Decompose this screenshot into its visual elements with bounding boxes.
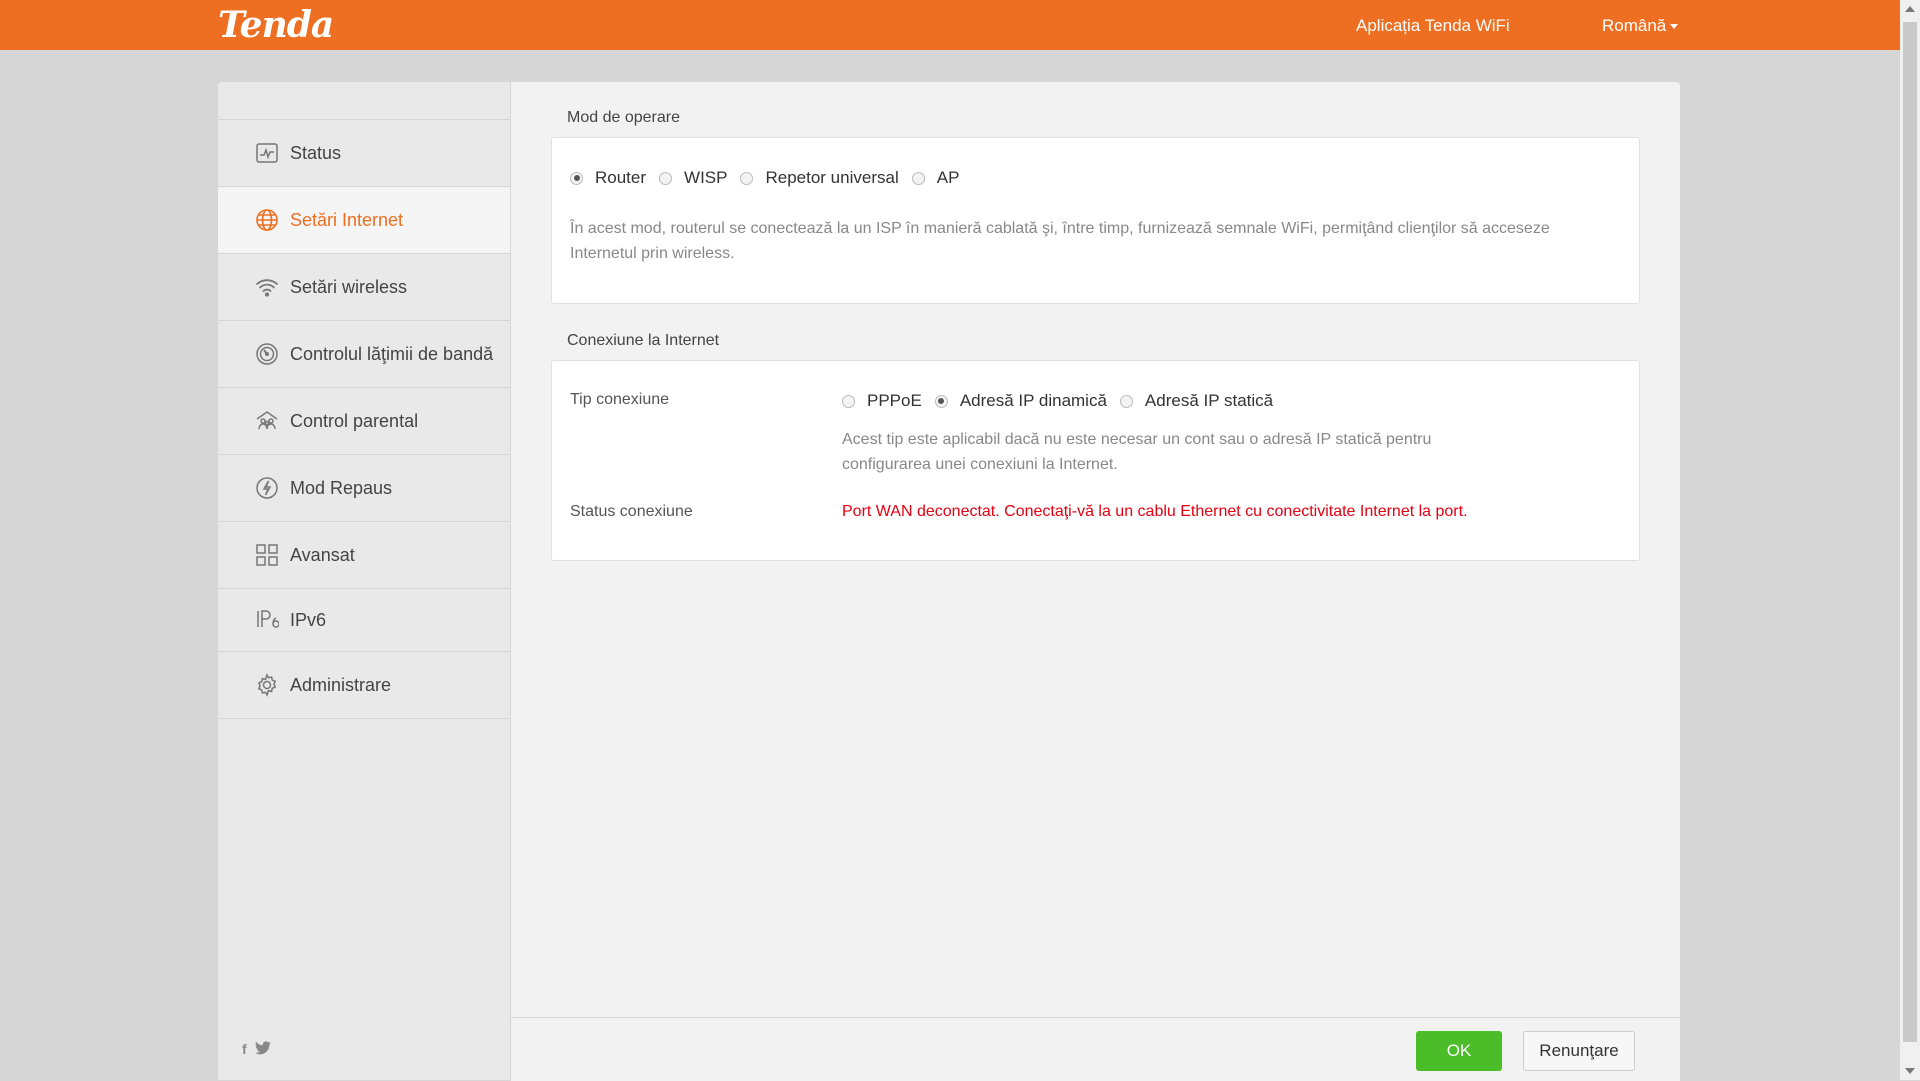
sidebar-item-label: Control parental bbox=[290, 410, 419, 431]
globe-icon bbox=[254, 207, 280, 233]
sidebar-item-label: Mod Repaus bbox=[290, 477, 393, 498]
family-icon bbox=[254, 408, 280, 434]
connection-status-value: Port WAN deconectat. Conectaţi-vă la un … bbox=[842, 503, 1468, 520]
top-bar: Tenda Aplicația Tenda WiFi Română bbox=[0, 0, 1900, 50]
connection-type-options: PPPoE Adresă IP dinamică Adresă IP stati… bbox=[842, 391, 1286, 411]
sidebar-item-advanced[interactable]: Avansat bbox=[218, 522, 510, 589]
sidebar-item-parental-control[interactable]: Control parental bbox=[218, 388, 510, 455]
option-label: PPPoE bbox=[867, 391, 922, 410]
radio-pppoe[interactable] bbox=[842, 394, 855, 408]
option-label: Adresă IP dinamică bbox=[959, 391, 1107, 410]
scroll-up-arrow-icon[interactable] bbox=[1905, 6, 1915, 12]
scroll-down-arrow-icon[interactable] bbox=[1905, 1068, 1915, 1074]
option-label: WISP bbox=[684, 168, 728, 187]
radio-dynamic-ip[interactable] bbox=[934, 394, 948, 408]
radio-static-ip[interactable] bbox=[1119, 394, 1133, 408]
connection-static-ip-option[interactable]: Adresă IP statică bbox=[1119, 391, 1274, 411]
radio-ap[interactable] bbox=[911, 171, 925, 185]
sidebar-item-wireless-settings[interactable]: Setări wireless bbox=[218, 254, 510, 321]
language-label: Română bbox=[1602, 16, 1667, 35]
tenda-wifi-app-link[interactable]: Aplicația Tenda WiFi bbox=[1356, 16, 1510, 36]
sidebar-item-label: Setări wireless bbox=[290, 276, 408, 297]
connection-status-label: Status conexiune bbox=[570, 503, 693, 520]
language-selector[interactable]: Română bbox=[1602, 16, 1679, 36]
sidebar-top-spacer bbox=[218, 82, 510, 120]
mode-universal-repeater-option[interactable]: Repetor universal bbox=[740, 168, 899, 188]
operation-mode-options: Router WISP Repetor universal AP bbox=[570, 168, 972, 188]
sidebar-item-label: Administrare bbox=[290, 674, 392, 695]
operation-mode-title: Mod de operare bbox=[567, 109, 680, 126]
mode-ap-option[interactable]: AP bbox=[911, 168, 960, 188]
sidebar-item-status[interactable]: Status bbox=[218, 120, 510, 187]
mode-wisp-option[interactable]: WISP bbox=[659, 168, 727, 188]
wifi-icon bbox=[254, 274, 280, 300]
gear-icon bbox=[254, 672, 280, 698]
sidebar-item-label: Controlul lăţimii de bandă bbox=[290, 343, 494, 364]
option-label: Repetor universal bbox=[765, 168, 899, 187]
internet-connection-card: Tip conexiune PPPoE Adresă IP dinamică A… bbox=[551, 360, 1640, 561]
sidebar-item-label: IPv6 bbox=[290, 609, 327, 630]
social-links: f bbox=[242, 1041, 271, 1058]
sidebar-item-administration[interactable]: Administrare bbox=[218, 652, 510, 719]
power-save-icon bbox=[254, 475, 280, 501]
sidebar-item-label: Setări Internet bbox=[290, 209, 404, 230]
ipv6-icon bbox=[254, 607, 280, 633]
sidebar-item-sleep-mode[interactable]: Mod Repaus bbox=[218, 455, 510, 522]
main-content: Mod de operare Router WISP Repetor unive… bbox=[511, 82, 1680, 1081]
operation-mode-card: Router WISP Repetor universal AP În aces… bbox=[551, 137, 1640, 304]
connection-type-label: Tip conexiune bbox=[570, 391, 670, 408]
operation-mode-description: În acest mod, routerul se conectează la … bbox=[570, 220, 1550, 262]
tenda-logo[interactable]: Tenda bbox=[218, 4, 334, 46]
scroll-thumb[interactable] bbox=[1903, 22, 1917, 1042]
page-scrollbar[interactable] bbox=[1900, 0, 1920, 1080]
caret-down-icon bbox=[1670, 24, 1679, 30]
option-label: Router bbox=[595, 168, 647, 187]
cancel-button[interactable]: Renunţare bbox=[1523, 1031, 1635, 1071]
connection-dynamic-ip-option[interactable]: Adresă IP dinamică bbox=[934, 391, 1107, 411]
speedometer-icon bbox=[254, 341, 280, 367]
sidebar: Status Setări Internet Setări wireless C… bbox=[218, 82, 510, 1080]
option-label: Adresă IP statică bbox=[1144, 391, 1274, 410]
sidebar-item-ipv6[interactable]: IPv6 bbox=[218, 589, 510, 652]
facebook-icon[interactable]: f bbox=[242, 1041, 247, 1058]
sidebar-item-bandwidth-control[interactable]: Controlul lăţimii de bandă bbox=[218, 321, 510, 388]
connection-pppoe-option[interactable]: PPPoE bbox=[842, 391, 922, 411]
action-footer: OK Renunţare bbox=[511, 1017, 1680, 1081]
sidebar-item-internet-settings[interactable]: Setări Internet bbox=[218, 187, 510, 254]
radio-router[interactable] bbox=[570, 171, 583, 185]
sidebar-item-label: Avansat bbox=[290, 544, 355, 565]
twitter-icon[interactable] bbox=[254, 1041, 271, 1058]
status-chart-icon bbox=[254, 140, 280, 166]
connection-type-description: Acest tip este aplicabil dacă nu este ne… bbox=[842, 431, 1432, 473]
ok-button[interactable]: OK bbox=[1416, 1031, 1502, 1071]
internet-connection-title: Conexiune la Internet bbox=[567, 332, 720, 349]
option-label: AP bbox=[936, 168, 960, 187]
sidebar-item-label: Status bbox=[290, 142, 342, 163]
grid-icon bbox=[254, 542, 280, 568]
radio-wisp[interactable] bbox=[659, 171, 673, 185]
radio-universal-repeater[interactable] bbox=[740, 171, 754, 185]
mode-router-option[interactable]: Router bbox=[570, 168, 646, 188]
